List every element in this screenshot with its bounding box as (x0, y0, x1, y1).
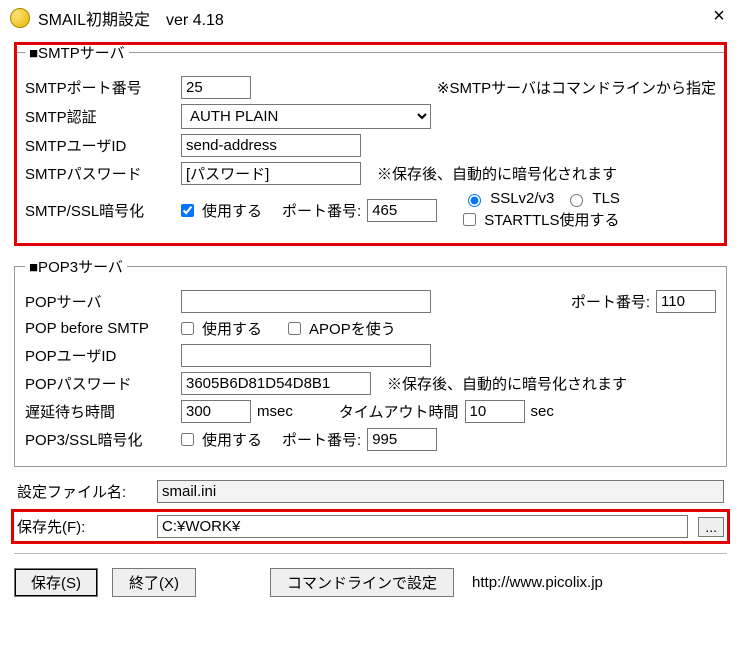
smtp-cmdline-note: ※SMTPサーバはコマンドラインから指定 (437, 77, 716, 98)
pop-pass-note: ※保存後、自動的に暗号化されます (387, 373, 627, 394)
pop-ssl-use-label: 使用する (202, 429, 262, 450)
smtp-pass-note: ※保存後、自動的に暗号化されます (377, 163, 617, 184)
pop-delay-label: 遅延待ち時間 (25, 401, 175, 422)
smtp-pass-label: SMTPパスワード (25, 163, 175, 184)
smtp-ssl-label: SMTP/SSL暗号化 (25, 200, 175, 221)
smtp-sslv-radio[interactable] (468, 194, 481, 207)
smtp-pass-input[interactable] (181, 162, 361, 185)
smtp-user-label: SMTPユーザID (25, 135, 175, 156)
pop-user-input[interactable] (181, 344, 431, 367)
smtp-ssl-port-input[interactable] (367, 199, 437, 222)
dest-input[interactable] (157, 515, 688, 538)
window-title: SMAIL初期設定 ver 4.18 (38, 6, 707, 30)
pop-delay-unit: msec (257, 403, 293, 420)
smtp-port-label: SMTPポート番号 (25, 77, 175, 98)
pop-ssl-port-label: ポート番号: (282, 429, 361, 450)
smtp-user-input[interactable] (181, 134, 361, 157)
pop-group: ■POP3サーバ POPサーバ ポート番号: POP before SMTP 使… (14, 256, 727, 467)
pop-server-input[interactable] (181, 290, 431, 313)
pop-pbs-checkbox[interactable] (181, 322, 194, 335)
smtp-auth-label: SMTP認証 (25, 106, 175, 127)
pop-timeout-input[interactable] (465, 400, 525, 423)
pop-timeout-unit: sec (531, 403, 554, 420)
pop-ssl-checkbox[interactable] (181, 433, 194, 446)
config-file-row: 設定ファイル名: (14, 477, 727, 506)
titlebar: SMAIL初期設定 ver 4.18 × (0, 0, 741, 34)
cmdline-button[interactable]: コマンドラインで設定 (270, 568, 454, 597)
pop-timeout-label: タイムアウト時間 (339, 401, 459, 422)
smtp-auth-select[interactable]: AUTH PLAIN (181, 104, 431, 129)
smtp-starttls-checkbox[interactable] (463, 213, 476, 226)
smtp-ssl-port-label: ポート番号: (282, 200, 361, 221)
pop-port-label: ポート番号: (571, 291, 650, 312)
footer: 保存(S) 終了(X) コマンドラインで設定 http://www.picoli… (14, 566, 727, 599)
pop-apop-checkbox[interactable] (288, 322, 301, 335)
smtp-tls-label: TLS (592, 190, 620, 207)
pop-pbs-use-label: 使用する (202, 318, 262, 339)
pop-legend: ■POP3サーバ (25, 256, 127, 277)
smtp-starttls-label: STARTTLS使用する (484, 209, 619, 230)
pop-pbs-label: POP before SMTP (25, 320, 175, 337)
smtp-port-input[interactable] (181, 76, 251, 99)
pop-delay-input[interactable] (181, 400, 251, 423)
separator (14, 553, 727, 554)
save-button[interactable]: 保存(S) (14, 568, 98, 597)
pop-pass-label: POPパスワード (25, 373, 175, 394)
app-icon (10, 8, 30, 28)
close-icon[interactable]: × (707, 6, 731, 30)
smtp-group: ■SMTPサーバ SMTPポート番号 ※SMTPサーバはコマンドラインから指定 … (14, 42, 727, 246)
pop-user-label: POPユーザID (25, 345, 175, 366)
smtp-ssl-use-label: 使用する (202, 200, 262, 221)
config-file-label: 設定ファイル名: (17, 481, 147, 502)
config-file-input (157, 480, 724, 503)
dest-label: 保存先(F): (17, 516, 147, 537)
url-link[interactable]: http://www.picolix.jp (472, 574, 603, 591)
exit-button[interactable]: 終了(X) (112, 568, 196, 597)
pop-server-label: POPサーバ (25, 291, 175, 312)
pop-ssl-port-input[interactable] (367, 428, 437, 451)
smtp-legend: ■SMTPサーバ (25, 42, 129, 63)
browse-button[interactable]: ... (698, 517, 724, 537)
smtp-ssl-checkbox[interactable] (181, 204, 194, 217)
smtp-tls-radio[interactable] (570, 194, 583, 207)
dest-row: 保存先(F): ... (14, 512, 727, 541)
pop-apop-label: APOPを使う (309, 318, 396, 339)
smtp-sslv-label: SSLv2/v3 (490, 190, 554, 207)
pop-ssl-label: POP3/SSL暗号化 (25, 429, 175, 450)
pop-port-input[interactable] (656, 290, 716, 313)
pop-pass-input[interactable] (181, 372, 371, 395)
